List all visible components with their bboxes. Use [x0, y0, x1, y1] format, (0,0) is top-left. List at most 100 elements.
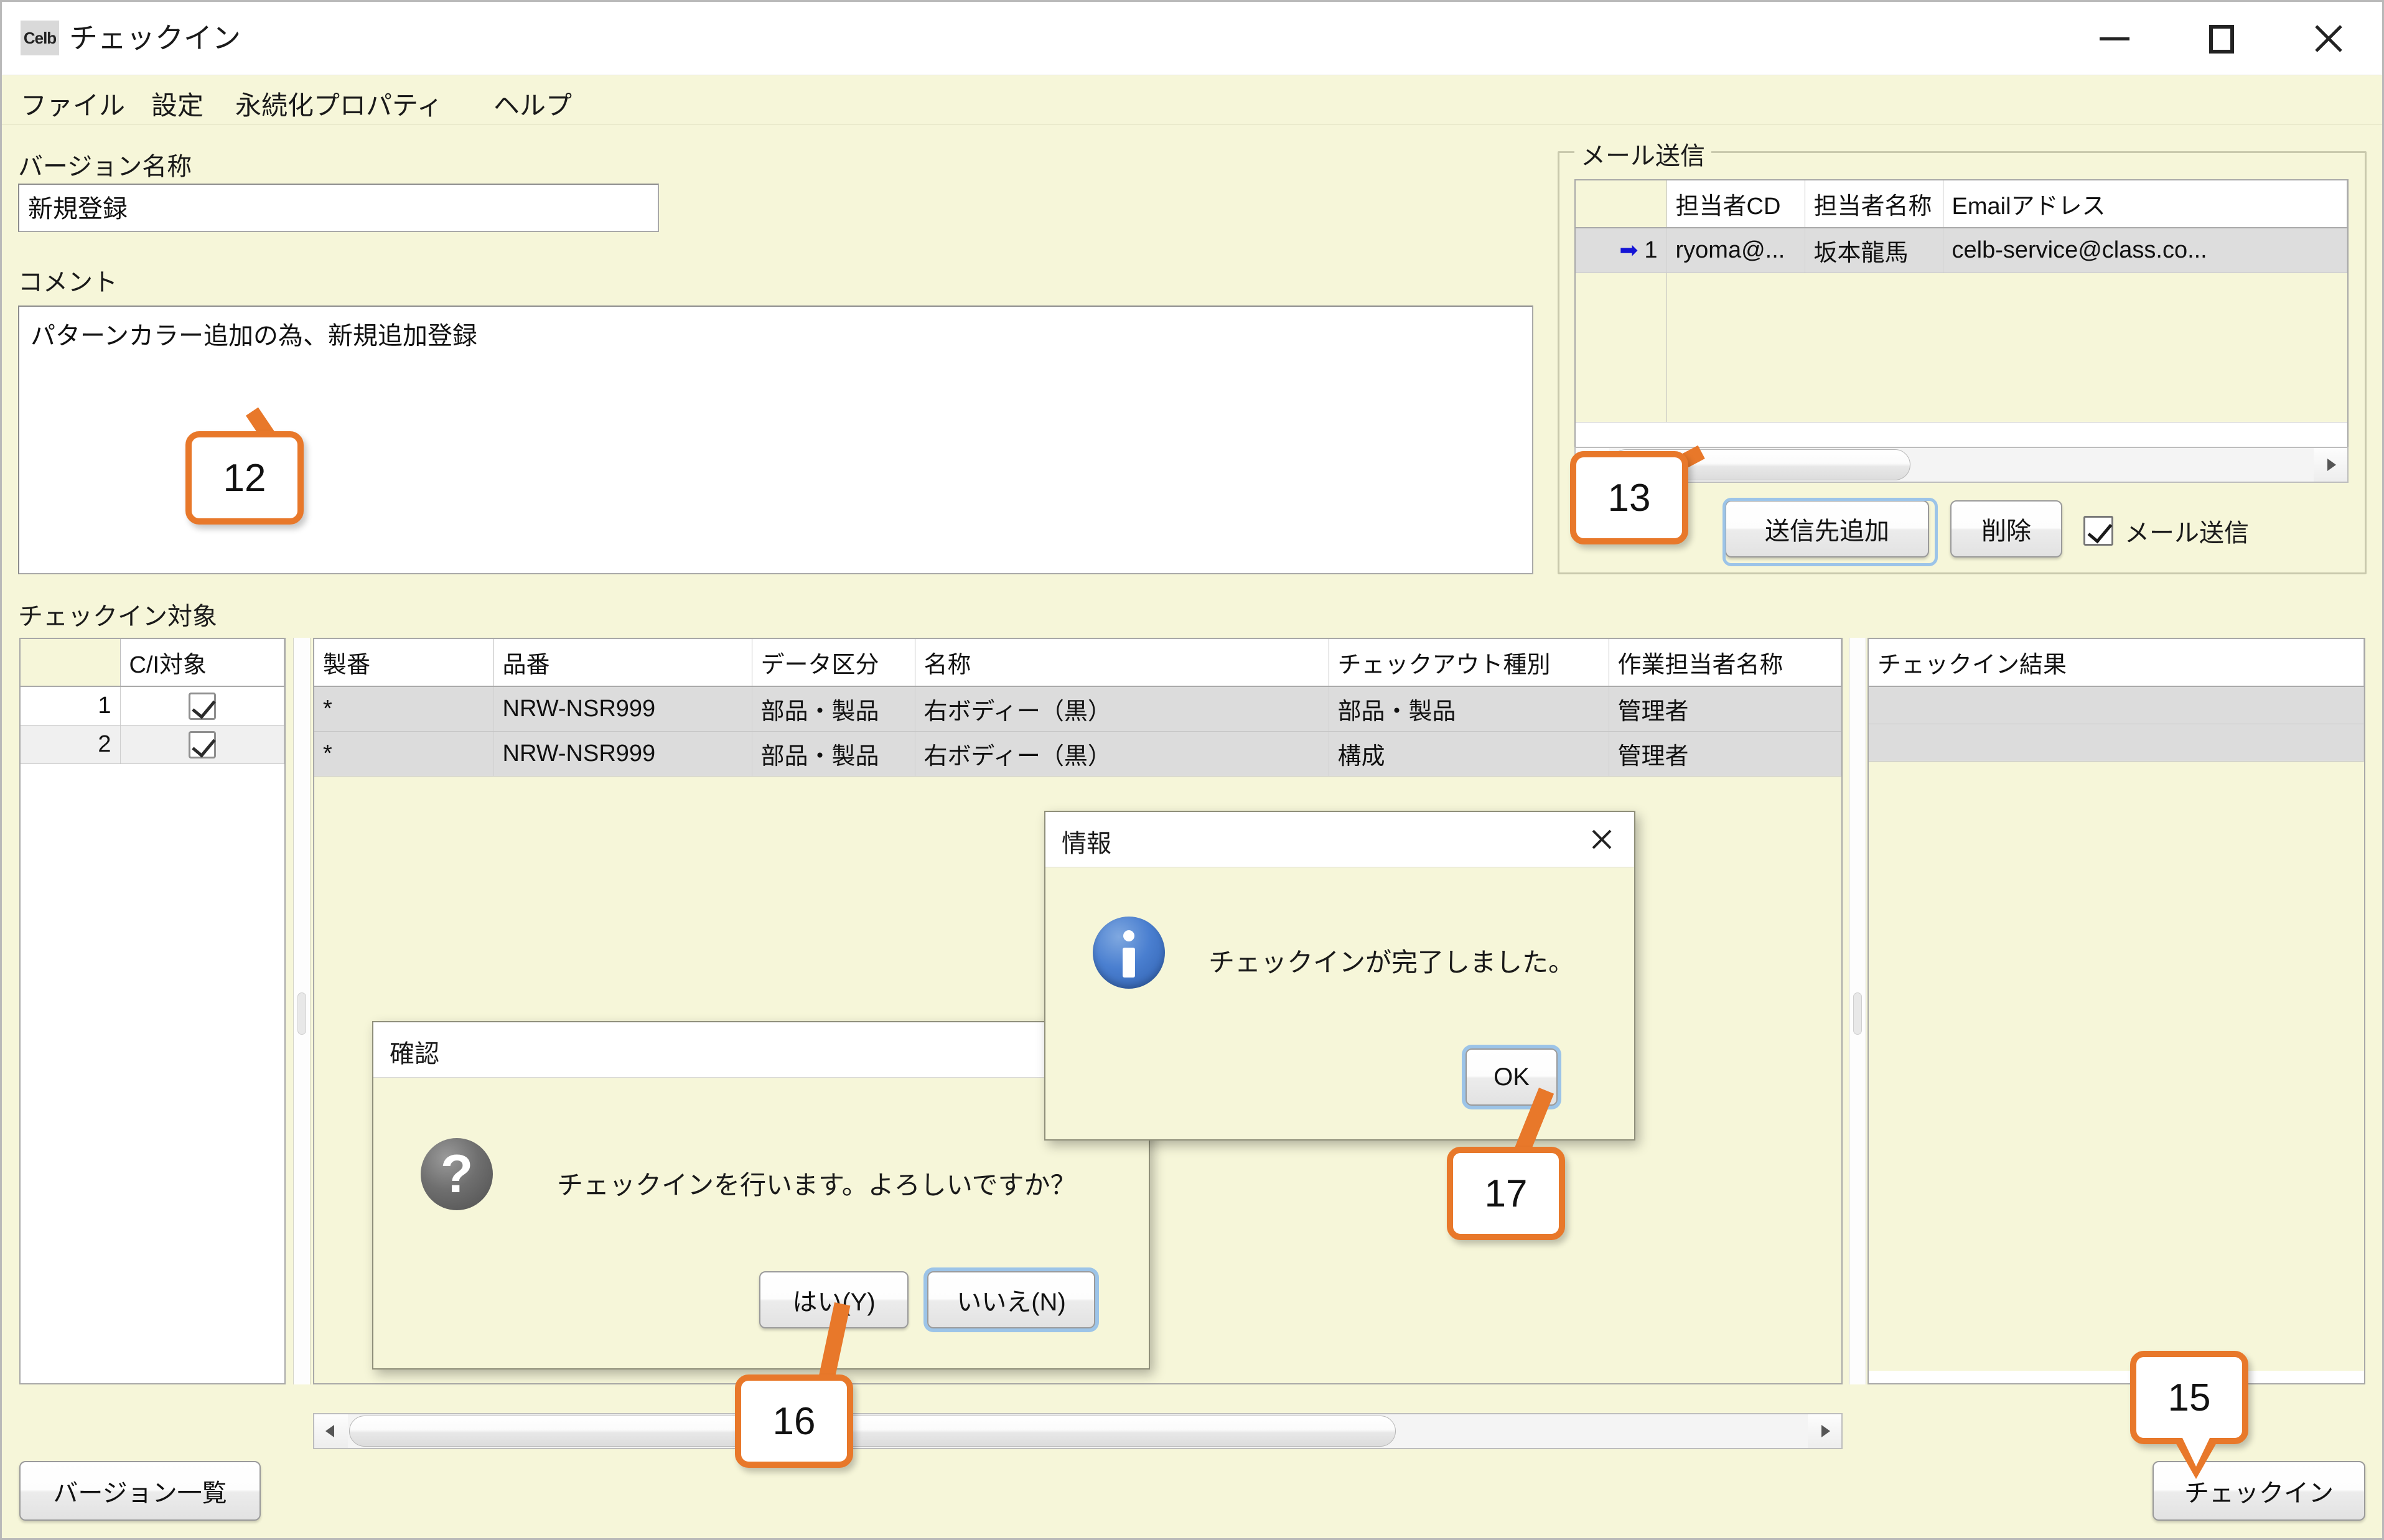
main-col-seiban[interactable]: 製番 — [314, 639, 494, 687]
row-selected-arrow-icon: ➡ — [1619, 237, 1638, 263]
ci-target-checkbox-cell[interactable] — [120, 725, 284, 764]
result-col-header[interactable]: チェックイン結果 — [1869, 639, 2364, 687]
info-dialog-message: チェックインが完了しました。 — [1208, 948, 1575, 977]
close-icon — [2315, 25, 2342, 52]
window-title: チェックイン — [69, 22, 241, 54]
main-col-checkout-type[interactable]: チェックアウト種別 — [1329, 639, 1609, 687]
main-cell-seiban[interactable]: * — [314, 731, 494, 777]
main-col-data-kubun[interactable]: データ区分 — [752, 639, 915, 687]
callout-17: 17 — [1447, 1147, 1565, 1240]
mail-col-tantousha-cd[interactable]: 担当者CD — [1666, 180, 1805, 228]
confirm-no-button[interactable]: いいえ(N) — [927, 1271, 1095, 1328]
scroll-track[interactable] — [348, 1414, 1808, 1448]
result-empty-area — [1869, 761, 2364, 1371]
mail-send-group-title: メール送信 — [1574, 136, 1711, 172]
version-list-button[interactable]: バージョン一覧 — [19, 1461, 261, 1521]
main-cell-checkout[interactable]: 部品・製品 — [1329, 686, 1609, 732]
mail-recipients-table[interactable]: 担当者CD 担当者名称 Emailアドレス ➡ 1 ryoma@... 坂本龍馬 … — [1574, 179, 2349, 452]
scroll-left-icon[interactable] — [314, 1414, 348, 1448]
splitter-grip[interactable] — [297, 992, 306, 1035]
callout-16: 16 — [735, 1374, 853, 1468]
table-header-row: チェックイン結果 — [1869, 639, 2364, 687]
scroll-thumb[interactable] — [349, 1416, 1396, 1447]
main-col-hinban[interactable]: 品番 — [493, 639, 752, 687]
mail-cell-name[interactable]: 坂本龍馬 — [1805, 228, 1943, 273]
scroll-right-icon[interactable] — [2314, 448, 2347, 482]
menu-item-help[interactable]: ヘルプ — [493, 85, 572, 123]
table-splitter[interactable] — [293, 638, 311, 1384]
result-cell[interactable] — [1869, 724, 2364, 762]
menu-item-file[interactable]: ファイル — [21, 85, 125, 123]
main-cell-tantou[interactable]: 管理者 — [1609, 686, 1841, 732]
checkbox-checked-icon[interactable] — [188, 692, 216, 720]
result-splitter[interactable] — [1849, 638, 1866, 1384]
splitter-grip[interactable] — [1853, 992, 1862, 1035]
confirm-dialog-titlebar: 確認 — [373, 1022, 1149, 1078]
menu-item-settings[interactable]: 設定 — [151, 85, 203, 123]
mail-cell-email[interactable]: celb-service@class.co... — [1943, 228, 2347, 273]
mail-send-checkbox[interactable]: メール送信 — [2083, 513, 2249, 549]
main-cell-kubun[interactable]: 部品・製品 — [752, 686, 915, 732]
minimize-icon — [2100, 37, 2129, 40]
table-row[interactable]: * NRW-NSR999 部品・製品 右ボディー（黒） 部品・製品 管理者 — [314, 686, 1841, 732]
table-row[interactable] — [1869, 724, 2364, 762]
table-row[interactable]: 1 — [21, 686, 284, 726]
main-cell-hinban[interactable]: NRW-NSR999 — [493, 686, 752, 732]
main-cell-hinban[interactable]: NRW-NSR999 — [493, 731, 752, 777]
maximize-icon — [2209, 25, 2234, 54]
add-recipient-button[interactable]: 送信先追加 — [1725, 500, 1929, 558]
checkbox-checked-icon[interactable] — [188, 730, 216, 758]
checkin-result-table[interactable]: チェックイン結果 — [1867, 638, 2365, 1384]
table-row[interactable]: 2 — [21, 725, 284, 764]
menu-bar: ファイル 設定 永続化プロパティ ヘルプ — [2, 76, 2382, 124]
callout-15-label: 15 — [2167, 1376, 2211, 1419]
callout-13-label: 13 — [1607, 476, 1651, 520]
result-cell[interactable] — [1869, 686, 2364, 724]
scroll-track[interactable] — [1609, 448, 2314, 482]
version-name-input[interactable]: 新規登録 — [18, 184, 659, 232]
table-header-row: C/I対象 — [21, 639, 284, 687]
main-col-meisho[interactable]: 名称 — [915, 639, 1329, 687]
main-cell-seiban[interactable]: * — [314, 686, 494, 732]
callout-16-label: 16 — [772, 1399, 816, 1443]
version-list-button-label: バージョン一覧 — [53, 1480, 227, 1507]
table-row[interactable]: ➡ 1 ryoma@... 坂本龍馬 celb-service@class.co.… — [1576, 228, 2347, 273]
scroll-right-icon[interactable] — [1808, 1414, 1841, 1448]
mail-col-tantousha-name[interactable]: 担当者名称 — [1805, 180, 1943, 228]
mail-cell-cd[interactable]: ryoma@... — [1666, 228, 1805, 273]
confirm-dialog-message: チェックインを行います。よろしいですか？ — [557, 1170, 1077, 1200]
left-col-ci-target[interactable]: C/I対象 — [120, 639, 284, 687]
app-icon: Celb — [21, 21, 59, 55]
info-dialog-title: 情報 — [1062, 830, 1111, 857]
info-icon — [1093, 917, 1165, 989]
maximize-button[interactable] — [2168, 2, 2275, 75]
mail-col-email[interactable]: Emailアドレス — [1943, 180, 2347, 228]
table-row[interactable] — [1869, 686, 2364, 724]
main-cell-tantou[interactable]: 管理者 — [1609, 731, 1841, 777]
main-table-hscrollbar[interactable] — [313, 1413, 1843, 1449]
mail-row-number: 1 — [1644, 237, 1658, 263]
ci-target-checkbox-cell[interactable] — [120, 686, 284, 726]
main-cell-kubun[interactable]: 部品・製品 — [752, 731, 915, 777]
info-dialog-close-button[interactable] — [1579, 821, 1624, 858]
checkin-window: Celb チェックイン ファイル 設定 永続化プロパティ ヘルプ バージョン名称… — [0, 0, 2384, 1540]
mail-col-marker — [1576, 180, 1667, 228]
minimize-button[interactable] — [2061, 2, 2168, 75]
mail-send-checkbox-label: メール送信 — [2125, 520, 2249, 547]
mail-empty-rowhdr — [1576, 273, 1667, 422]
mail-empty-area — [1666, 273, 2347, 422]
comment-label: コメント — [18, 269, 118, 296]
delete-recipient-button[interactable]: 削除 — [1950, 500, 2062, 558]
delete-recipient-button-label: 削除 — [1981, 518, 2031, 545]
menu-item-persistence-properties[interactable]: 永続化プロパティ — [235, 85, 442, 123]
main-cell-meisho[interactable]: 右ボディー（黒） — [915, 731, 1329, 777]
table-row[interactable]: * NRW-NSR999 部品・製品 右ボディー（黒） 構成 管理者 — [314, 731, 1841, 777]
close-button[interactable] — [2275, 2, 2382, 75]
title-bar: Celb チェックイン — [2, 2, 2382, 75]
main-col-worker-name[interactable]: 作業担当者名称 — [1609, 639, 1841, 687]
checkin-target-label: チェックイン対象 — [18, 603, 217, 630]
callout-13: 13 — [1570, 451, 1688, 544]
checkin-target-left-table[interactable]: C/I対象 1 2 — [19, 638, 286, 1384]
main-cell-meisho[interactable]: 右ボディー（黒） — [915, 686, 1329, 732]
main-cell-checkout[interactable]: 構成 — [1329, 731, 1609, 777]
